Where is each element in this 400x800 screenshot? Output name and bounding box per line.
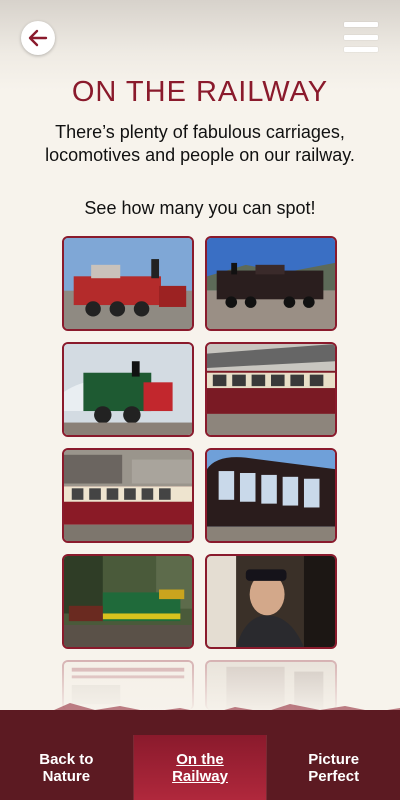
gallery-photo-observation-carriage[interactable] [205, 448, 337, 543]
intro-text: There’s plenty of fabulous carriages, lo… [45, 122, 355, 165]
bottom-navigation: Back to Nature On the Railway Picture Pe… [0, 735, 400, 800]
nav-picture-perfect[interactable]: Picture Perfect [267, 735, 400, 800]
gallery-photo-green-diesel[interactable] [62, 554, 194, 649]
photo-gallery [62, 236, 338, 710]
gallery-photo-green-locomotive[interactable] [62, 342, 194, 437]
gallery-photo-black-locomotive[interactable] [205, 236, 337, 331]
hamburger-menu-icon [344, 22, 378, 27]
gallery-photo-red-carriage[interactable] [205, 342, 337, 437]
spot-prompt: See how many you can spot! [84, 198, 316, 218]
nav-back-to-nature[interactable]: Back to Nature [0, 735, 134, 800]
nav-on-the-railway[interactable]: On the Railway [133, 735, 268, 800]
back-button[interactable] [21, 21, 55, 55]
gallery-photo-red-locomotive[interactable] [62, 236, 194, 331]
page-title: ON THE RAILWAY [71, 76, 329, 108]
gallery-photo-carriage-houses[interactable] [62, 448, 194, 543]
gallery-photo-train-driver[interactable] [205, 554, 337, 649]
arrow-left-icon [28, 29, 48, 47]
menu-button[interactable] [344, 22, 378, 52]
